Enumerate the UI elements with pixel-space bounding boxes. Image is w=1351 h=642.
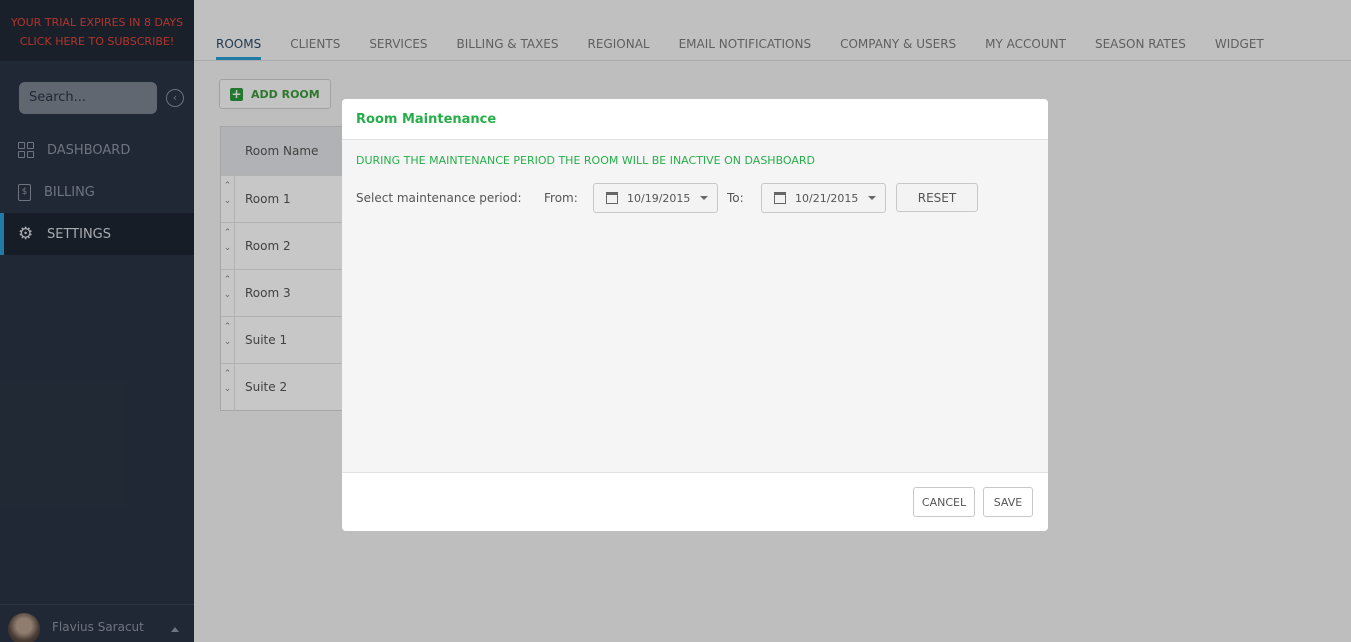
to-date-value: 10/21/2015 — [795, 191, 859, 205]
dialog-header: Room Maintenance — [342, 99, 1048, 140]
cancel-button[interactable]: CANCEL — [913, 487, 975, 517]
calendar-icon — [606, 192, 618, 204]
dialog-title: Room Maintenance — [356, 112, 497, 127]
dialog-body: DURING THE MAINTENANCE PERIOD THE ROOM W… — [342, 140, 1048, 472]
save-button[interactable]: SAVE — [983, 487, 1033, 517]
from-label: From: — [544, 191, 578, 205]
chevron-down-icon — [868, 196, 877, 200]
from-date-value: 10/19/2015 — [627, 191, 691, 205]
calendar-icon — [774, 192, 786, 204]
room-maintenance-dialog: Room Maintenance DURING THE MAINTENANCE … — [342, 99, 1048, 531]
from-date-picker[interactable]: 10/19/2015 — [593, 183, 718, 213]
maintenance-notice: DURING THE MAINTENANCE PERIOD THE ROOM W… — [356, 154, 816, 167]
maintenance-period-row: Select maintenance period: From: 10/19/2… — [356, 183, 1036, 213]
period-label: Select maintenance period: — [356, 191, 522, 205]
reset-button[interactable]: RESET — [896, 183, 978, 212]
chevron-down-icon — [700, 196, 709, 200]
to-date-picker[interactable]: 10/21/2015 — [761, 183, 886, 213]
to-label: To: — [727, 191, 744, 205]
dialog-footer: CANCEL SAVE — [342, 472, 1048, 531]
